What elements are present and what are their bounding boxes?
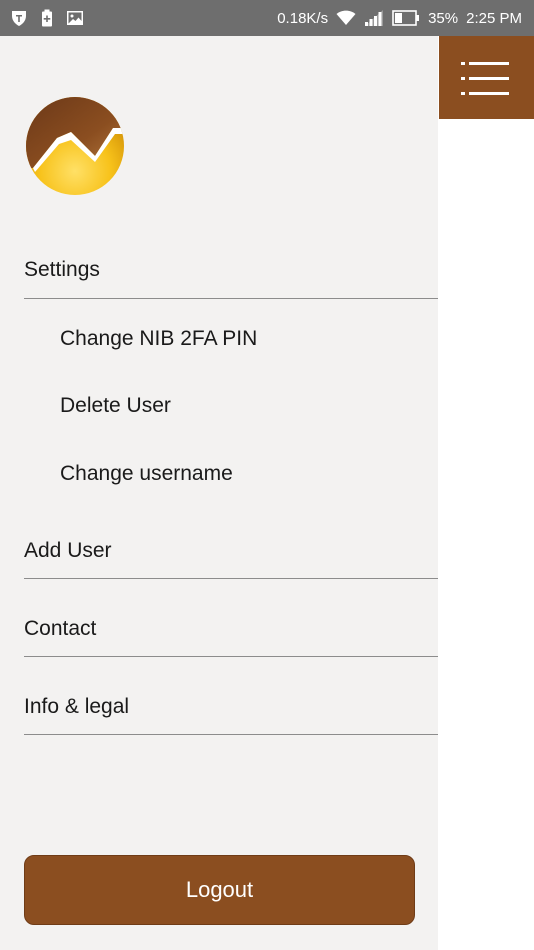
status-bar: 0.18K/s 35% 2:25 PM — [0, 0, 534, 36]
delete-user-item[interactable]: Delete User — [60, 394, 430, 418]
network-speed: 0.18K/s — [277, 9, 329, 27]
divider — [24, 298, 438, 299]
change-pin-item[interactable]: Change NIB 2FA PIN — [60, 327, 430, 351]
contact-item[interactable]: Contact — [24, 617, 438, 641]
info-legal-item[interactable]: Info & legal — [24, 695, 438, 719]
divider — [24, 656, 438, 657]
settings-section[interactable]: Settings — [24, 258, 438, 282]
change-username-item[interactable]: Change username — [60, 462, 430, 486]
status-left-icons — [10, 7, 84, 29]
hamburger-menu-icon — [461, 62, 509, 95]
settings-label: Settings — [24, 258, 100, 281]
menu-button[interactable] — [439, 36, 534, 119]
shield-icon — [12, 11, 26, 26]
status-right: 0.18K/s 35% 2:25 PM — [277, 0, 522, 36]
battery-saver-icon — [42, 9, 52, 27]
divider — [24, 734, 438, 735]
wifi-icon — [336, 10, 356, 25]
navigation-drawer: Settings Change NIB 2FA PIN Delete User … — [0, 36, 438, 950]
app-logo — [26, 97, 124, 195]
image-icon — [67, 11, 83, 25]
clock: 2:25 PM — [466, 9, 522, 27]
add-user-item[interactable]: Add User — [24, 539, 438, 563]
battery-icon — [392, 10, 420, 26]
signal-icon — [365, 10, 384, 26]
logout-button[interactable]: Logout — [24, 855, 415, 925]
battery-percent: 35% — [428, 9, 459, 27]
divider — [24, 578, 438, 579]
